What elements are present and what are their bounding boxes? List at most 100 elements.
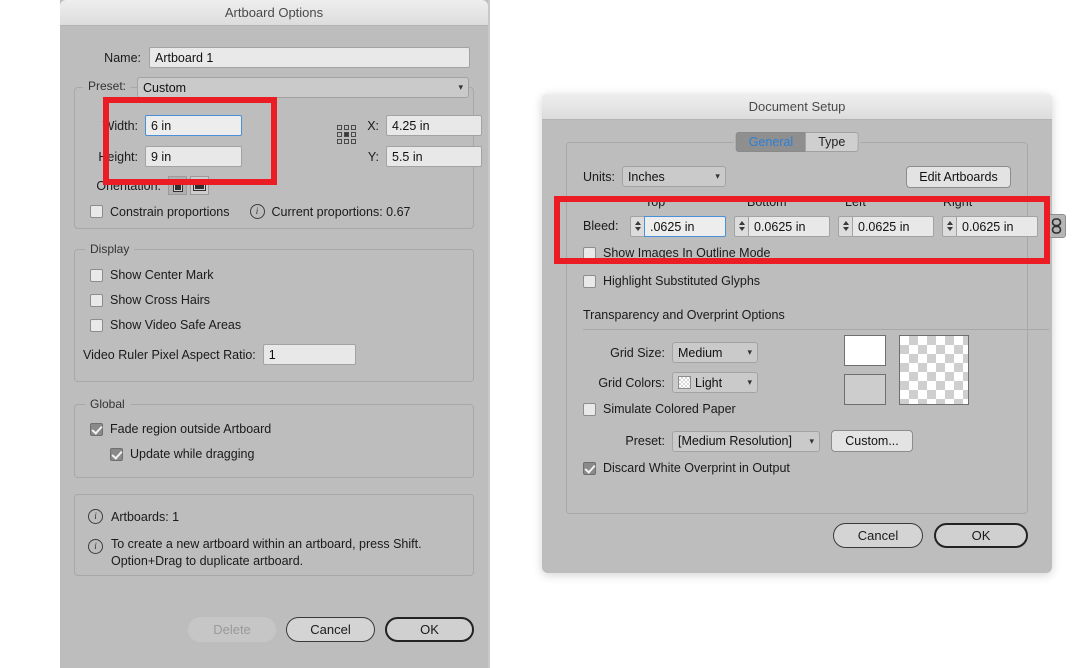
- anchor-cell[interactable]: [337, 132, 342, 137]
- checkbox-box[interactable]: [90, 268, 103, 282]
- update-while-dragging-checkbox[interactable]: Update while dragging: [110, 447, 254, 461]
- anchor-cell[interactable]: [344, 125, 349, 130]
- checkbox-box[interactable]: [583, 402, 596, 416]
- anchor-cell[interactable]: [351, 139, 356, 144]
- document-setup-tabs: General Type: [733, 132, 861, 152]
- simulate-colored-paper-checkbox[interactable]: Simulate Colored Paper: [583, 402, 736, 416]
- checkbox-box[interactable]: [90, 293, 103, 307]
- stepper-arrows-icon[interactable]: [734, 215, 748, 237]
- page-portrait-glyph: [172, 179, 183, 192]
- constrain-proportions-checkbox[interactable]: Constrain proportions: [90, 205, 230, 219]
- checkbox-box[interactable]: [90, 205, 103, 218]
- stepper-arrows-icon[interactable]: [942, 215, 956, 237]
- show-cross-hairs-checkbox[interactable]: Show Cross Hairs: [90, 293, 210, 307]
- artboard-orientation-label: Orientation:: [96, 178, 161, 193]
- show-cross-hairs-label: Show Cross Hairs: [110, 293, 211, 307]
- paper-color-swatch-gray[interactable]: [844, 374, 886, 405]
- flattener-preset-select[interactable]: [Medium Resolution] ▾: [672, 430, 820, 452]
- tab-type[interactable]: Type: [806, 132, 859, 152]
- ok-button[interactable]: OK: [934, 523, 1028, 548]
- bleed-right-input[interactable]: 0.0625 in: [956, 215, 1038, 237]
- grid-colors-label: Grid Colors:: [598, 375, 665, 390]
- orientation-landscape-icon[interactable]: [190, 176, 209, 195]
- artboard-size-group: Preset: Custom ▾ Width: 6 in Height: 9 i…: [74, 77, 482, 229]
- bleed-bottom-input[interactable]: 0.0625 in: [748, 215, 830, 237]
- artboard-width-input[interactable]: 6 in: [145, 115, 242, 136]
- units-select[interactable]: Inches ▾: [621, 166, 726, 187]
- show-images-outline-checkbox[interactable]: Show Images In Outline Mode: [583, 246, 770, 260]
- delete-button[interactable]: Delete: [188, 617, 276, 642]
- bleed-headers: Top Bottom Left Right: [583, 195, 1049, 211]
- bleed-right-spinner[interactable]: 0.0625 in: [942, 215, 1038, 237]
- checkbox-box[interactable]: [583, 461, 596, 475]
- bleed-link-button[interactable]: [1046, 214, 1066, 238]
- document-setup-dialog: Document Setup General Type Units: Inche…: [542, 94, 1066, 573]
- ok-button[interactable]: OK: [385, 617, 474, 642]
- anchor-cell[interactable]: [351, 132, 356, 137]
- bleed-header-left: Left: [845, 195, 866, 209]
- artboard-height-input[interactable]: 9 in: [145, 146, 242, 167]
- paper-color-swatch-white[interactable]: [844, 335, 886, 366]
- page-landscape-glyph: [193, 180, 206, 191]
- checkbox-box[interactable]: [110, 447, 123, 461]
- fade-region-checkbox[interactable]: Fade region outside Artboard: [90, 422, 271, 436]
- anchor-cell[interactable]: [337, 125, 342, 130]
- document-setup-titlebar[interactable]: Document Setup: [542, 94, 1052, 120]
- bleed-top-spinner[interactable]: .0625 in: [630, 215, 726, 237]
- artboard-x-label: X:: [367, 118, 379, 133]
- custom-button[interactable]: Custom...: [831, 430, 913, 452]
- show-center-mark-label: Show Center Mark: [110, 268, 214, 282]
- video-ruler-label: Video Ruler Pixel Aspect Ratio:: [83, 347, 256, 362]
- bleed-header-right: Right: [943, 195, 973, 209]
- video-ruler-input[interactable]: 1: [262, 344, 356, 365]
- grid-colors-select[interactable]: Light ▾: [672, 372, 758, 393]
- background-window-edge: [488, 0, 490, 668]
- bleed-left-input[interactable]: 0.0625 in: [852, 215, 934, 237]
- anchor-cell[interactable]: [337, 139, 342, 144]
- checkbox-box[interactable]: [583, 274, 596, 288]
- edit-artboards-button[interactable]: Edit Artboards: [906, 166, 1011, 188]
- anchor-cell[interactable]: [351, 125, 356, 130]
- anchor-cell[interactable]: [344, 139, 349, 144]
- artboard-name-input[interactable]: Artboard 1: [149, 47, 470, 68]
- chevron-down-icon: ▾: [458, 82, 463, 92]
- artboard-preset-label: Preset:: [83, 79, 132, 93]
- anchor-cell-center[interactable]: [344, 132, 349, 137]
- discard-white-overprint-checkbox[interactable]: Discard White Overprint in Output: [583, 461, 790, 475]
- stepper-arrows-icon[interactable]: [630, 215, 644, 237]
- section-divider: [583, 329, 1049, 330]
- artboard-y-input[interactable]: 5.5 in: [386, 146, 482, 167]
- artboard-height-label: Height:: [98, 149, 138, 164]
- bleed-left-spinner[interactable]: 0.0625 in: [838, 215, 934, 237]
- stepper-arrows-icon[interactable]: [838, 215, 852, 237]
- chevron-down-icon: ▾: [747, 347, 752, 357]
- checkbox-box[interactable]: [583, 246, 596, 260]
- show-video-safe-areas-checkbox[interactable]: Show Video Safe Areas: [90, 318, 241, 332]
- orientation-portrait-icon[interactable]: [168, 176, 187, 195]
- video-ruler-row: Video Ruler Pixel Aspect Ratio: 1: [83, 344, 356, 365]
- bleed-label: Bleed:: [583, 219, 619, 233]
- highlight-glyphs-checkbox[interactable]: Highlight Substituted Glyphs: [583, 274, 760, 288]
- show-video-safe-areas-label: Show Video Safe Areas: [110, 318, 242, 332]
- grid-size-select[interactable]: Medium ▾: [672, 342, 758, 363]
- bleed-bottom-spinner[interactable]: 0.0625 in: [734, 215, 830, 237]
- tab-type-label: Type: [818, 135, 846, 149]
- checkbox-box[interactable]: [90, 422, 103, 436]
- artboard-hint-line1: To create a new artboard within an artbo…: [111, 537, 422, 551]
- cancel-button[interactable]: Cancel: [286, 617, 375, 642]
- document-setup-footer: Cancel OK: [833, 523, 1028, 548]
- artboard-width-row: Width: 6 in: [83, 115, 242, 136]
- show-center-mark-checkbox[interactable]: Show Center Mark: [90, 268, 214, 282]
- artboard-options-titlebar[interactable]: Artboard Options: [60, 0, 488, 26]
- tab-general[interactable]: General: [735, 132, 807, 152]
- bleed-top-input[interactable]: .0625 in: [644, 215, 726, 237]
- cancel-button[interactable]: Cancel: [833, 523, 923, 548]
- artboard-x-input[interactable]: 4.25 in: [386, 115, 482, 136]
- bleed-header-top: Top: [645, 195, 666, 209]
- reference-point-anchor-icon[interactable]: [337, 125, 356, 144]
- artboard-height-row: Height: 9 in: [83, 146, 242, 167]
- checkbox-box[interactable]: [90, 318, 103, 332]
- artboard-constrain-row: Constrain proportions i Current proporti…: [90, 204, 410, 219]
- artboard-preset-select[interactable]: Custom ▾: [137, 77, 469, 98]
- bleed-row: Bleed: .0625 in 0.0625 in 0.0625 in 0.06…: [583, 214, 1066, 238]
